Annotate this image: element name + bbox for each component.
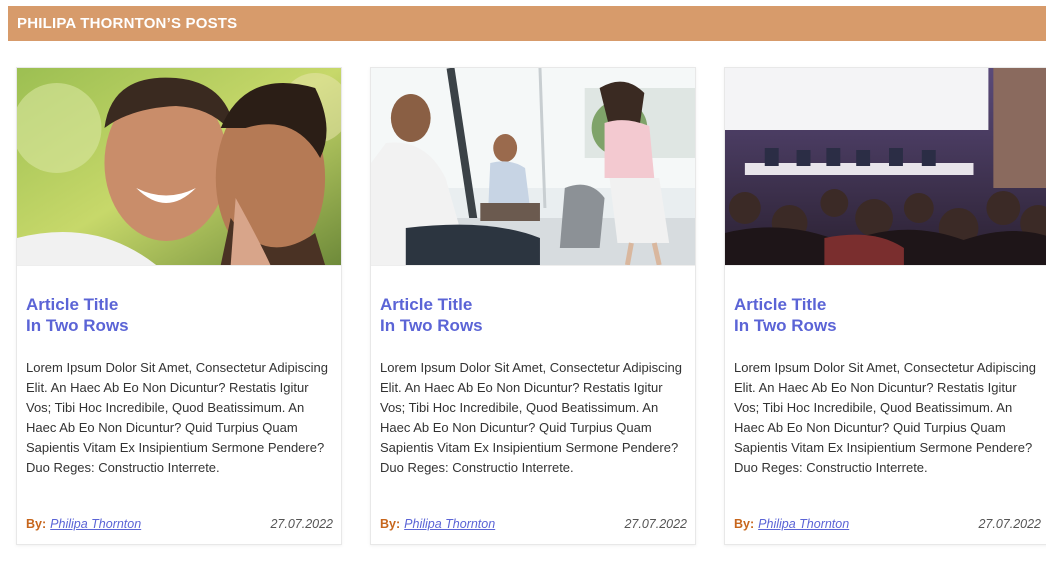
post-excerpt: Lorem Ipsum Dolor Sit Amet, Consectetur … <box>380 360 683 475</box>
post-card[interactable]: Article Title In Two Rows Lorem Ipsum Do… <box>724 67 1046 545</box>
post-date: 27.07.2022 <box>624 517 687 531</box>
post-title-line2[interactable]: In Two Rows <box>26 315 129 336</box>
section-title: PHILIPA THORNTON’S POSTS <box>17 15 238 32</box>
couple-photo-image <box>17 68 341 265</box>
post-date: 27.07.2022 <box>270 517 333 531</box>
post-title[interactable]: Article Title In Two Rows <box>380 294 483 336</box>
conference-photo-image <box>725 68 1046 265</box>
author-link[interactable]: Philipa Thornton <box>50 517 141 531</box>
post-thumbnail[interactable] <box>725 68 1046 266</box>
post-date: 27.07.2022 <box>978 517 1041 531</box>
post-title[interactable]: Article Title In Two Rows <box>26 294 129 336</box>
post-thumbnail[interactable] <box>371 68 695 266</box>
by-label: By: <box>734 517 755 531</box>
post-byline: By: Philipa Thornton <box>380 517 495 531</box>
post-card[interactable]: Article Title In Two Rows Lorem Ipsum Do… <box>16 67 342 545</box>
post-excerpt: Lorem Ipsum Dolor Sit Amet, Consectetur … <box>26 360 329 475</box>
post-meta: By: Philipa Thornton 27.07.2022 <box>734 517 1041 531</box>
post-title-line2[interactable]: In Two Rows <box>734 315 837 336</box>
by-label: By: <box>26 517 47 531</box>
post-thumbnail[interactable] <box>17 68 341 266</box>
by-label: By: <box>380 517 401 531</box>
post-meta: By: Philipa Thornton 27.07.2022 <box>380 517 687 531</box>
post-title[interactable]: Article Title In Two Rows <box>734 294 837 336</box>
post-meta: By: Philipa Thornton 27.07.2022 <box>26 517 333 531</box>
post-title-line2[interactable]: In Two Rows <box>380 315 483 336</box>
author-link[interactable]: Philipa Thornton <box>758 517 849 531</box>
meeting-photo-image <box>371 68 695 265</box>
post-card[interactable]: Article Title In Two Rows Lorem Ipsum Do… <box>370 67 696 545</box>
post-byline: By: Philipa Thornton <box>734 517 849 531</box>
post-excerpt: Lorem Ipsum Dolor Sit Amet, Consectetur … <box>734 360 1037 475</box>
post-title-line1[interactable]: Article Title <box>26 294 129 315</box>
post-title-line1[interactable]: Article Title <box>380 294 483 315</box>
section-header: PHILIPA THORNTON’S POSTS <box>8 6 1046 41</box>
post-title-line1[interactable]: Article Title <box>734 294 837 315</box>
author-link[interactable]: Philipa Thornton <box>404 517 495 531</box>
post-byline: By: Philipa Thornton <box>26 517 141 531</box>
